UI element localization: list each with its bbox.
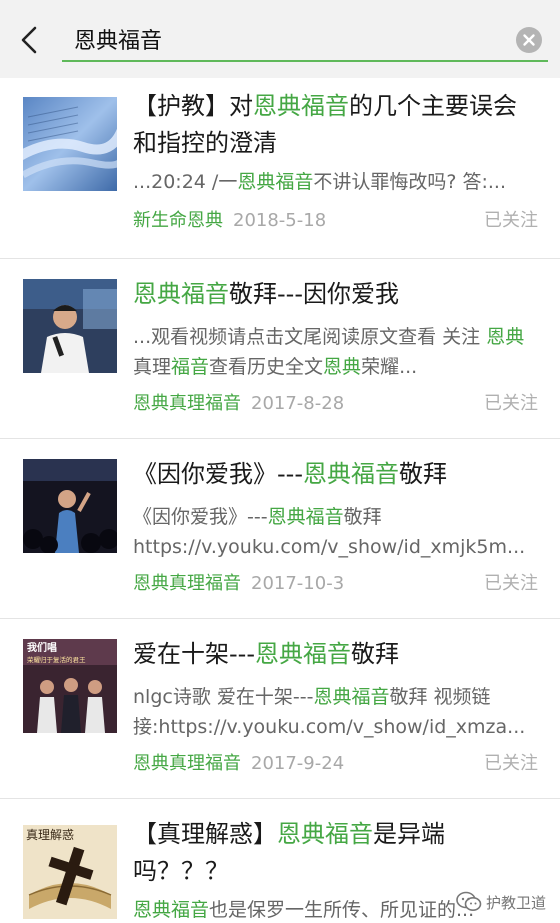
chevron-left-icon [21, 26, 37, 54]
cross-bible-icon: 真理解惑 [23, 825, 117, 919]
clear-search-button[interactable] [516, 27, 542, 53]
result-date: 2017-9-24 [251, 753, 345, 774]
thumb-caption: 真理解惑 [26, 828, 74, 842]
result-thumbnail [23, 459, 117, 553]
follow-status: 已关注 [484, 573, 538, 594]
search-input[interactable] [74, 22, 494, 56]
result-meta: 新生命恩典 2018-5-18 已关注 [133, 206, 538, 231]
result-thumbnail [23, 279, 117, 373]
result-title: 爱在十架---恩典福音敬拜 [133, 640, 399, 668]
result-item[interactable]: 【护教】对恩典福音的几个主要误会和指控的澄清 ...20:24 /一恩典福音不讲… [0, 78, 560, 259]
result-snippet: 《因你爱我》---恩典福音敬拜 https://v.youku.com/v_sh… [133, 506, 526, 558]
result-source[interactable]: 恩典真理福音 [133, 573, 241, 594]
watermark-text: 护教卫道 [485, 893, 546, 912]
concert-crowd-icon [23, 459, 117, 553]
result-date: 2017-10-3 [251, 573, 345, 594]
follow-status: 已关注 [484, 753, 538, 774]
result-item[interactable]: 恩典福音敬拜---因你爱我 ...观看视频请点击文尾阅读原文查看 关注 恩典真理… [0, 259, 560, 439]
result-source[interactable]: 恩典真理福音 [133, 753, 241, 774]
close-icon [523, 34, 535, 46]
follow-status: 已关注 [484, 210, 538, 231]
search-results-list: 【护教】对恩典福音的几个主要误会和指控的澄清 ...20:24 /一恩典福音不讲… [0, 78, 560, 923]
result-meta: 恩典真理福音 2017-9-24 已关注 [133, 749, 538, 774]
result-snippet: ...20:24 /一恩典福音不讲认罪悔改吗? 答:... [133, 171, 506, 193]
thumb-caption: 我们唱 [27, 641, 57, 654]
watermark: 护教卫道 [456, 889, 546, 915]
result-snippet: ...观看视频请点击文尾阅读原文查看 关注 恩典真理福音查看历史全文恩典荣耀..… [133, 326, 525, 378]
singer-stage-icon [23, 279, 117, 373]
result-meta: 恩典真理福音 2017-8-28 已关注 [133, 389, 538, 414]
wechat-icon [456, 891, 482, 911]
result-item[interactable]: 《因你爱我》---恩典福音敬拜 《因你爱我》---恩典福音敬拜 https://… [0, 439, 560, 619]
result-thumbnail: 我们唱 荣耀归于复活的君王 [23, 639, 117, 733]
result-title: 《因你爱我》---恩典福音敬拜 [133, 460, 447, 488]
result-thumbnail: 真理解惑 [23, 825, 117, 919]
result-meta: 恩典真理福音 2017-10-3 已关注 [133, 569, 538, 594]
follow-status: 已关注 [484, 393, 538, 414]
search-field [62, 18, 548, 62]
search-header [0, 0, 560, 78]
bible-pages-icon [23, 97, 117, 191]
result-thumbnail [23, 97, 117, 191]
result-title: 恩典福音敬拜---因你爱我 [133, 280, 399, 308]
result-date: 2017-8-28 [251, 393, 345, 414]
thumb-subcaption: 荣耀归于复活的君王 [27, 655, 86, 664]
result-date: 2018-5-18 [233, 210, 327, 231]
result-title: 【护教】对恩典福音的几个主要误会和指控的澄清 [133, 92, 517, 157]
worship-team-icon: 我们唱 荣耀归于复活的君王 [23, 639, 117, 733]
back-button[interactable] [14, 22, 48, 58]
result-source[interactable]: 新生命恩典 [133, 210, 223, 231]
result-item[interactable]: 我们唱 荣耀归于复活的君王 爱在十架---恩典福音敬拜 nlgc诗歌 爱在十架-… [0, 619, 560, 799]
result-snippet: nlgc诗歌 爱在十架---恩典福音敬拜 视频链接:https://v.youk… [133, 686, 526, 738]
result-source[interactable]: 恩典真理福音 [133, 393, 241, 414]
result-title: 【真理解惑】恩典福音是异端吗？？？ [133, 820, 445, 885]
